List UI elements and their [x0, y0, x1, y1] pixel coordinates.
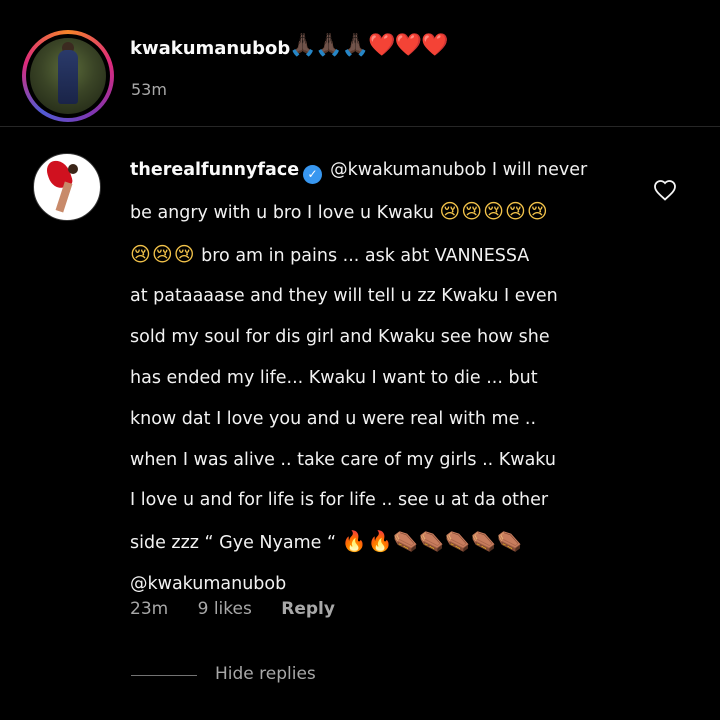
comment-text-line: bro am in pains ... ask abt VANNESSA: [201, 245, 530, 266]
replies-divider-line: [131, 675, 197, 676]
coffin-emoji: ⚰️⚰️⚰️⚰️⚰️: [393, 529, 523, 554]
comment-line-6: has ended my life... Kwaku I want to die…: [130, 367, 538, 388]
crying-face-emoji: 😢😢😢😢😢: [439, 198, 549, 223]
comment-text-line: be angry with u bro I love u Kwaku: [130, 202, 434, 223]
comment-line-8: when I was alive .. take care of my girl…: [130, 449, 556, 470]
comment-text: therealfunnyface ✓ @kwakumanubob I will ne…: [130, 150, 630, 605]
comment-line-2: be angry with u bro I love u Kwaku 😢😢😢😢😢: [130, 191, 630, 234]
likes-count[interactable]: 9 likes: [198, 599, 252, 619]
caption-avatar[interactable]: [22, 30, 114, 122]
crying-face-emoji: 😢😢😢: [130, 241, 196, 266]
caption-emoji: 🙏🏿🙏🏿🙏🏿❤️❤️❤️: [289, 33, 448, 58]
comment-line-3: 😢😢😢 bro am in pains ... ask abt VANNESSA: [130, 234, 630, 277]
reply-button[interactable]: Reply: [281, 599, 335, 619]
comment-username[interactable]: therealfunnyface: [130, 160, 299, 180]
caption-username[interactable]: kwakumanubob: [130, 38, 290, 59]
verified-badge-icon: ✓: [303, 165, 323, 184]
avatar-figure: [58, 50, 78, 104]
avatar-photo: [30, 38, 106, 114]
hide-replies-button[interactable]: Hide replies: [215, 664, 316, 684]
heart-outline-icon[interactable]: [653, 179, 677, 201]
comment-line-9: I love u and for life is for life .. see…: [130, 490, 549, 511]
fire-emoji: 🔥🔥: [341, 529, 394, 554]
comment-line-4: at pataaaase and they will tell u zz Kwa…: [130, 286, 558, 307]
avatar-ring-inner: [26, 34, 110, 118]
comment-line-1: therealfunnyface ✓ @kwakumanubob I will ne…: [130, 150, 630, 191]
caption-timestamp: 53m: [131, 80, 167, 99]
comment-meta: 23m 9 likes Reply: [130, 599, 359, 619]
comment-avatar[interactable]: [33, 153, 101, 221]
comment-text-line: side zzz “ Gye Nyame “: [130, 533, 337, 554]
comment-line-7: know dat I love you and u were real with…: [130, 408, 537, 429]
comment-line-10: side zzz “ Gye Nyame “ 🔥🔥⚰️⚰️⚰️⚰️⚰️: [130, 521, 630, 564]
section-divider: [0, 126, 720, 127]
comment-timestamp: 23m: [130, 599, 169, 619]
comment-text-line: @kwakumanubob I will never: [330, 160, 588, 180]
avatar-shape: [68, 164, 78, 174]
comment-line-5: sold my soul for dis girl and Kwaku see …: [130, 327, 550, 348]
